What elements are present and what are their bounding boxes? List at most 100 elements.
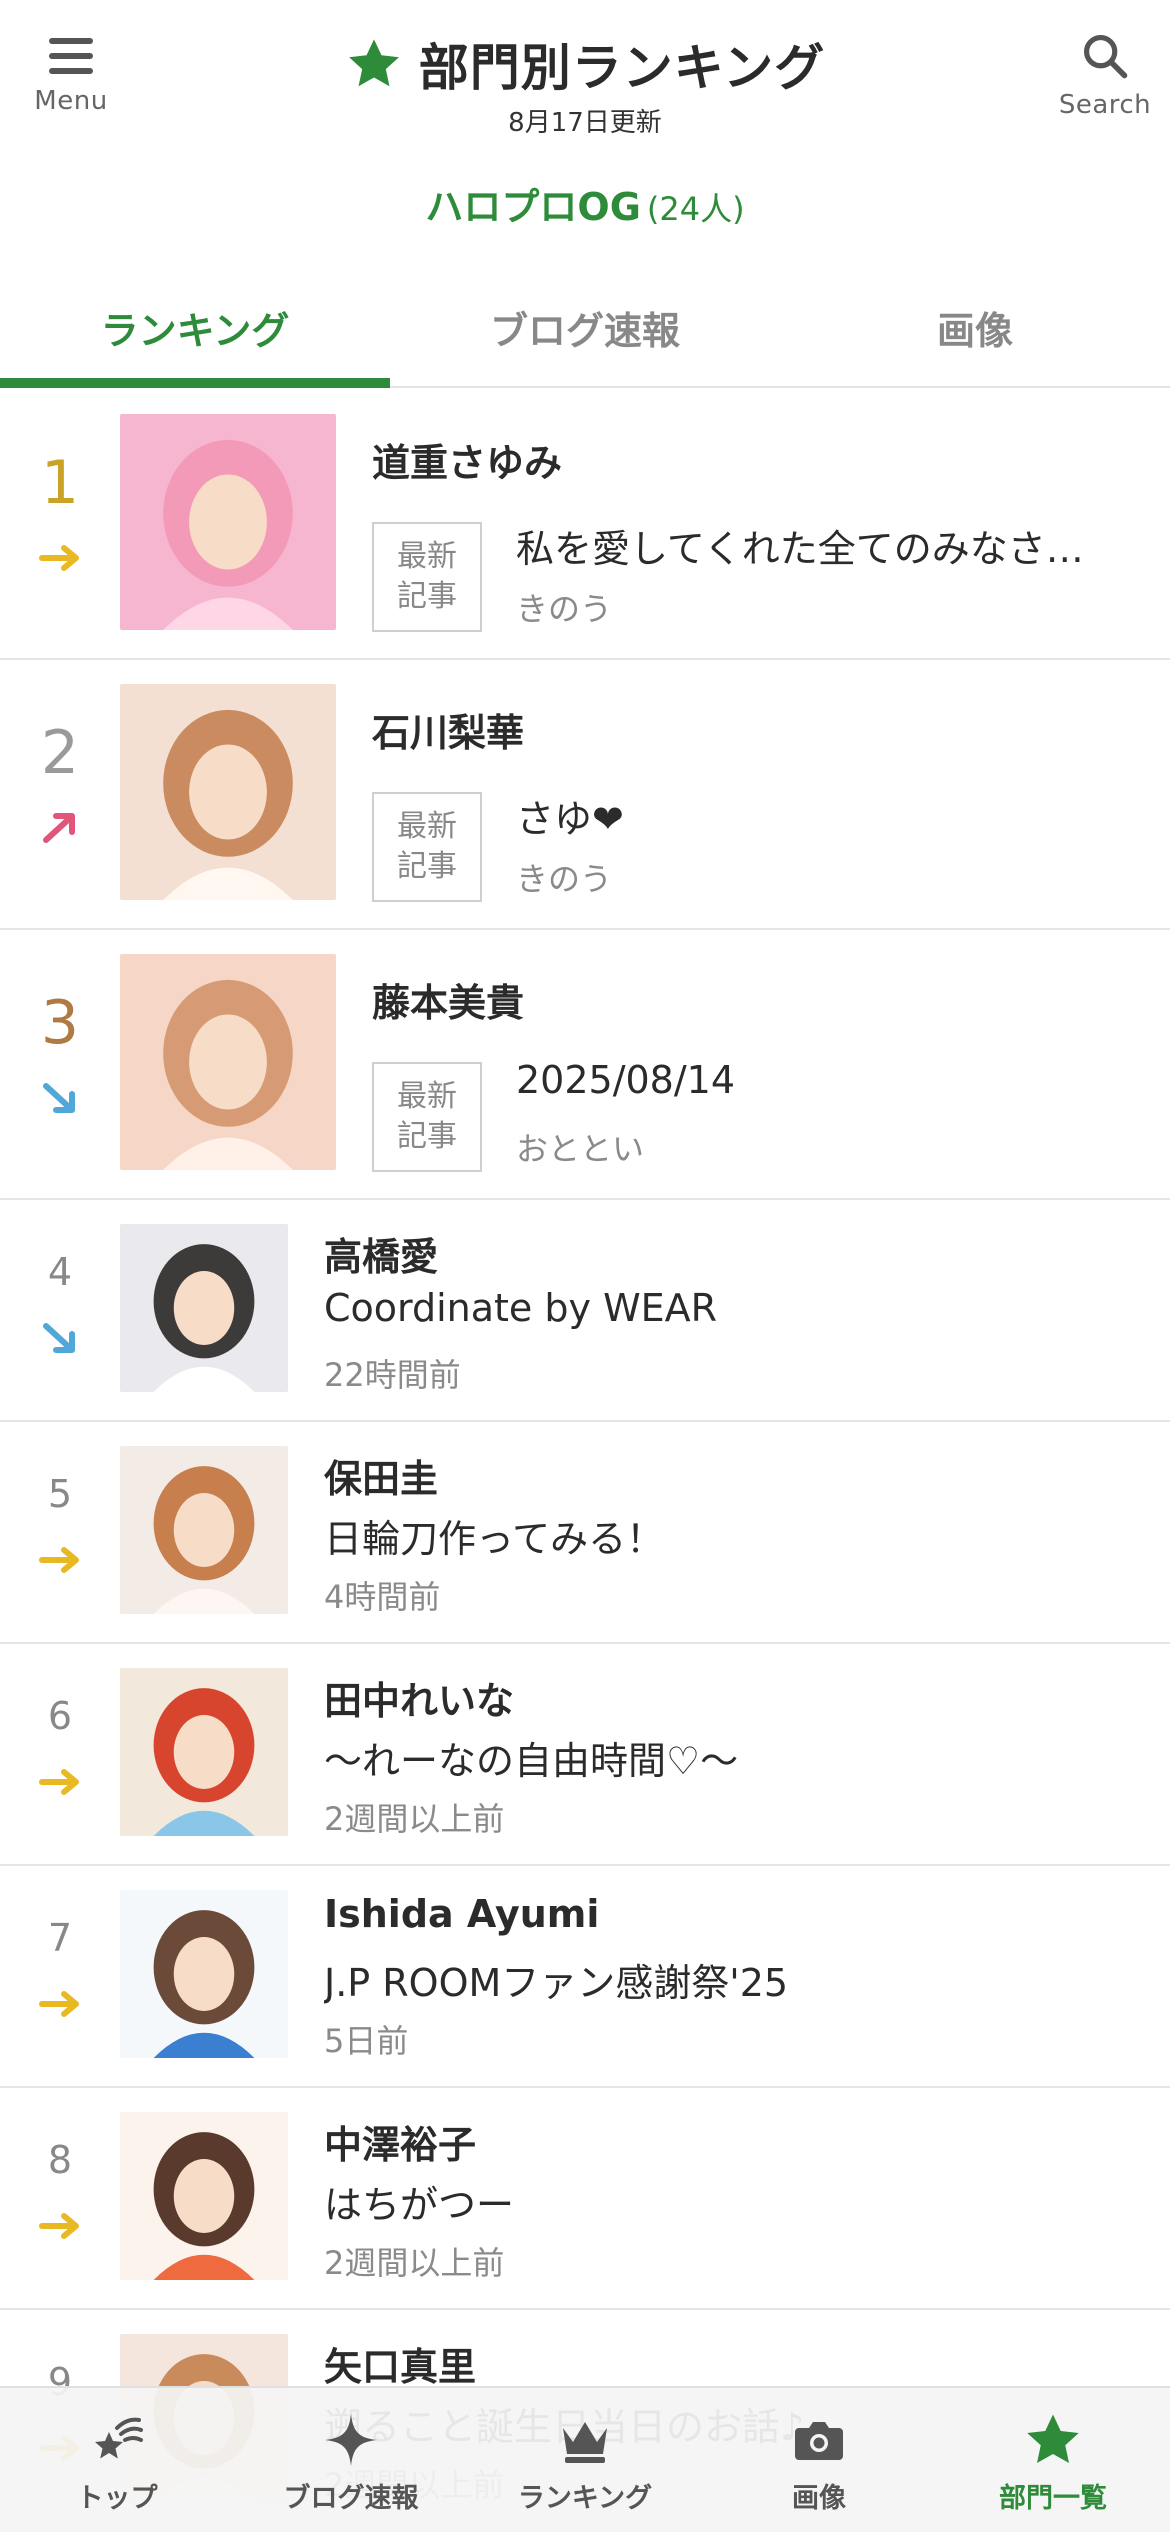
member-name[interactable]: 高橋愛 bbox=[324, 1226, 438, 1281]
post-time: きのう bbox=[516, 590, 613, 628]
rank-number: 5 bbox=[47, 1472, 73, 1516]
latest-post-title[interactable]: さゆ❤ bbox=[516, 788, 1136, 843]
search-button[interactable]: Search bbox=[1040, 26, 1170, 136]
member-name[interactable]: 石川梨華 bbox=[372, 702, 524, 757]
post-time: 4時間前 bbox=[324, 1578, 441, 1616]
member-name[interactable]: Ishida Ayumi bbox=[324, 1892, 599, 1936]
group-count: (24人) bbox=[646, 190, 745, 228]
profile-image[interactable] bbox=[120, 1890, 288, 2058]
badge-line-1: 最新 bbox=[397, 1079, 457, 1114]
post-time: きのう bbox=[516, 860, 613, 898]
trend-flat-icon bbox=[39, 2213, 79, 2239]
star-icon bbox=[348, 39, 399, 87]
rank-number: 7 bbox=[47, 1916, 73, 1960]
trend-down-icon bbox=[43, 1323, 75, 1353]
group-name: ハロプロOG bbox=[425, 185, 641, 229]
post-time: 22時間前 bbox=[324, 1356, 461, 1394]
rank-column: 2 bbox=[0, 660, 120, 928]
ranking-row[interactable]: 6 田中れいな 〜れーなの自由時間♡〜 2週間以上前 bbox=[0, 1644, 1170, 1866]
crown-icon bbox=[563, 2422, 607, 2463]
group-heading: ハロプロOG (24人) bbox=[0, 176, 1170, 231]
bottom-nav: トップ ブログ速報 ランキング 画像 部門一覧 bbox=[0, 2386, 1170, 2532]
latest-post-badge: 最新 記事 bbox=[372, 792, 482, 902]
profile-image[interactable] bbox=[120, 1668, 288, 1836]
trend-flat-icon bbox=[39, 1991, 79, 2017]
tab-images[interactable]: 画像 bbox=[780, 268, 1170, 386]
latest-post-badge: 最新 記事 bbox=[372, 522, 482, 632]
nav-blog-news[interactable]: ブログ速報 bbox=[234, 2388, 468, 2532]
member-name[interactable]: 田中れいな bbox=[324, 1670, 514, 1725]
profile-image[interactable] bbox=[120, 1446, 288, 1614]
rank-number: 4 bbox=[47, 1250, 73, 1294]
post-time: 2週間以上前 bbox=[324, 2244, 505, 2282]
tab-bar: ランキング ブログ速報 画像 bbox=[0, 268, 1170, 388]
post-time: 2週間以上前 bbox=[324, 1800, 505, 1838]
tab-blog-news[interactable]: ブログ速報 bbox=[390, 268, 780, 386]
badge-line-2: 記事 bbox=[397, 1119, 457, 1154]
latest-post-title[interactable]: 私を愛してくれた全てのみなさ… bbox=[516, 518, 1136, 573]
post-time: おととい bbox=[516, 1130, 645, 1168]
post-time: 5日前 bbox=[324, 2022, 409, 2060]
nav-categories-label: 部門一覧 bbox=[999, 2483, 1107, 2514]
search-label: Search bbox=[1058, 90, 1152, 120]
ranking-row[interactable]: 2 石川梨華 最新 記事 さゆ❤ きのう bbox=[0, 660, 1170, 930]
latest-post-title[interactable]: Coordinate by WEAR bbox=[324, 1286, 1144, 1330]
page-title-text: 部門別ランキング bbox=[418, 39, 826, 97]
rank-number: 8 bbox=[47, 2138, 73, 2182]
rank-column: 3 bbox=[0, 930, 120, 1198]
trend-down-icon bbox=[43, 1083, 75, 1113]
trend-flat-icon bbox=[39, 545, 79, 571]
ranking-row[interactable]: 4 高橋愛 Coordinate by WEAR 22時間前 bbox=[0, 1200, 1170, 1422]
latest-post-title[interactable]: 〜れーなの自由時間♡〜 bbox=[324, 1730, 1144, 1785]
rank-column: 6 bbox=[0, 1644, 120, 1864]
ranking-list: 1 道重さゆみ 最新 記事 私を愛してくれた全てのみなさ… きのう 2 石川梨華 最新 記事 さゆ❤… bbox=[0, 390, 1170, 2532]
updated-date: 8月17日更新 bbox=[508, 108, 662, 138]
rank-column: 4 bbox=[0, 1200, 120, 1420]
member-name[interactable]: 中澤裕子 bbox=[324, 2114, 476, 2169]
header: Menu 部門別ランキング 8月17日更新 Search bbox=[0, 0, 1170, 170]
latest-post-title[interactable]: はちがつー bbox=[324, 2174, 1144, 2229]
member-name[interactable]: 保田圭 bbox=[324, 1448, 438, 1503]
sparkle-icon bbox=[325, 2414, 377, 2466]
nav-categories[interactable]: 部門一覧 bbox=[936, 2388, 1170, 2532]
rank-number: 2 bbox=[40, 718, 80, 788]
nav-blog-news-label: ブログ速報 bbox=[283, 2483, 419, 2514]
latest-post-title[interactable]: 2025/08/14 bbox=[516, 1058, 1136, 1102]
app-screen: Menu 部門別ランキング 8月17日更新 Search ハロプロOG (24人)… bbox=[0, 0, 1170, 2532]
trend-up-icon bbox=[43, 813, 75, 843]
ranking-row[interactable]: 5 保田圭 日輪刀作ってみる！ 4時間前 bbox=[0, 1422, 1170, 1644]
ranking-row[interactable]: 3 藤本美貴最新記事 2025/08/14 おととい bbox=[0, 930, 1170, 1200]
trend-flat-icon bbox=[39, 1547, 79, 1573]
member-name[interactable]: 藤本美貴 bbox=[372, 972, 524, 1027]
nav-images[interactable]: 画像 bbox=[702, 2388, 936, 2532]
member-name[interactable]: 矢口真里 bbox=[324, 2336, 476, 2391]
latest-post-title[interactable]: 日輪刀作ってみる！ bbox=[324, 1508, 1144, 1563]
profile-image[interactable] bbox=[120, 2112, 288, 2280]
camera-icon bbox=[795, 2422, 843, 2460]
tab-ranking[interactable]: ランキング bbox=[0, 268, 390, 388]
rank-number: 3 bbox=[40, 988, 80, 1058]
latest-post-title[interactable]: J.P ROOMファン感謝祭'25 bbox=[324, 1952, 1144, 2007]
top-star-icon bbox=[95, 2417, 143, 2459]
badge-line-2: 記事 bbox=[397, 579, 457, 614]
badge-line-1: 最新 bbox=[397, 539, 457, 574]
nav-ranking[interactable]: ランキング bbox=[468, 2388, 702, 2532]
member-name[interactable]: 道重さゆみ bbox=[372, 432, 562, 487]
search-icon bbox=[1083, 34, 1128, 79]
page-title: 部門別ランキング bbox=[345, 28, 826, 100]
profile-image[interactable] bbox=[120, 954, 336, 1170]
badge-line-2: 記事 bbox=[397, 849, 457, 884]
badge-line-1: 最新 bbox=[397, 809, 457, 844]
nav-top[interactable]: トップ bbox=[0, 2388, 234, 2532]
ranking-row[interactable]: 7 Ishida Ayumi J.P ROOMファン感謝祭'25 5日前 bbox=[0, 1866, 1170, 2088]
ranking-row[interactable]: 8 中澤裕子 はちがつー 2週間以上前 bbox=[0, 2088, 1170, 2310]
profile-image[interactable] bbox=[120, 684, 336, 900]
rank-column: 5 bbox=[0, 1422, 120, 1642]
profile-image[interactable] bbox=[120, 1224, 288, 1392]
ranking-row[interactable]: 1 道重さゆみ 最新 記事 私を愛してくれた全てのみなさ… きのう bbox=[0, 390, 1170, 660]
rank-column: 7 bbox=[0, 1866, 120, 2086]
nav-images-label: 画像 bbox=[792, 2483, 846, 2514]
rank-column: 8 bbox=[0, 2088, 120, 2308]
profile-image[interactable] bbox=[120, 414, 336, 630]
nav-top-label: トップ bbox=[76, 2483, 158, 2514]
